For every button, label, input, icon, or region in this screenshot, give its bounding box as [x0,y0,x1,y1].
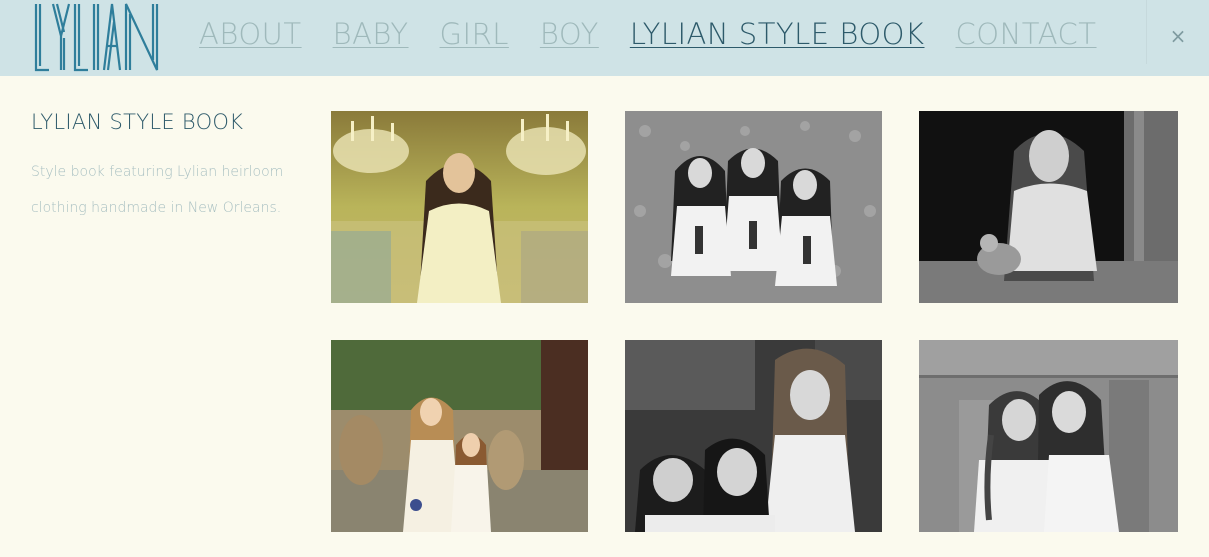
header-bar: ABOUT BABY GIRL BOY LYLIAN STYLE BOOK CO… [0,0,1209,76]
photo-girl-window-doll [919,111,1178,303]
main-nav: ABOUT BABY GIRL BOY LYLIAN STYLE BOOK CO… [199,14,1128,54]
photo-three-girls-closeup [625,340,882,532]
gallery-photo-3[interactable] [919,111,1178,303]
close-icon[interactable]: × [1168,25,1188,47]
lylian-logo[interactable] [33,2,163,72]
gallery-photo-2[interactable] [625,111,882,303]
photo-girl-chandeliers [331,111,588,303]
photo-three-girls-grass [625,111,882,303]
logo-wordmark [34,3,159,72]
gallery-photo-4[interactable] [331,340,588,532]
gallery-photo-5[interactable] [625,340,882,532]
photo-two-girls-courtyard [331,340,588,532]
nav-baby[interactable]: BABY [333,17,409,51]
nav-girl[interactable]: GIRL [440,17,509,51]
gallery-photo-6[interactable] [919,340,1178,532]
nav-about[interactable]: ABOUT [199,17,302,51]
gallery-photo-1[interactable] [331,111,588,303]
nav-boy[interactable]: BOY [540,17,599,51]
header-divider [1146,0,1147,64]
section-title: LYLIAN STYLE BOOK [31,110,244,134]
nav-lylian-style-book[interactable]: LYLIAN STYLE BOOK [630,17,925,51]
section-description: Style book featuring Lylian heirloom clo… [31,164,284,216]
photo-two-girls-stone-wall [919,340,1178,532]
nav-contact[interactable]: CONTACT [956,17,1097,51]
